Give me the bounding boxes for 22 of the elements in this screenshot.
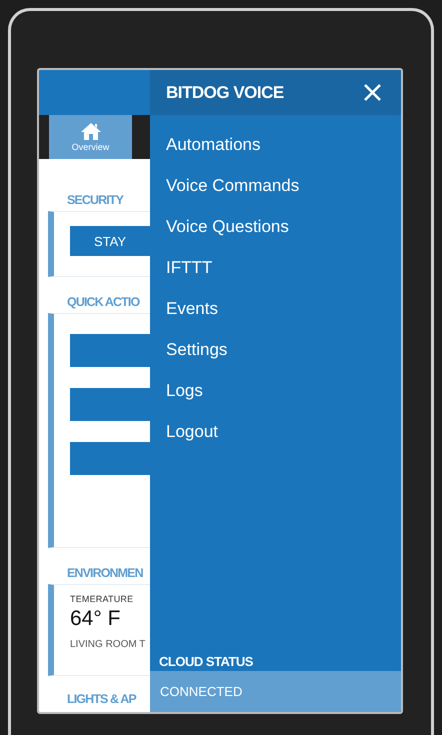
- cloud-status-heading: CLOUD STATUS: [158, 654, 254, 671]
- menu-item[interactable]: Voice Commands: [150, 165, 401, 206]
- close-icon[interactable]: [364, 84, 381, 101]
- section-heading: SECURITY: [66, 192, 124, 207]
- menu-item[interactable]: Logs: [150, 370, 401, 411]
- sensor-label: LIVING ROOM T: [70, 639, 146, 650]
- temperature-label: TEMERATURE: [70, 594, 134, 604]
- connection-status: CONNECTED: [150, 671, 401, 712]
- menu-item[interactable]: IFTTT: [150, 247, 401, 288]
- menu-item[interactable]: Settings: [150, 329, 401, 370]
- section-heading: LIGHTS & AP: [66, 691, 138, 706]
- menu-item[interactable]: Events: [150, 288, 401, 329]
- section-heading: QUICK ACTIO: [66, 294, 141, 309]
- home-icon: [80, 122, 100, 140]
- drawer-title: BITDOG VOICE: [166, 82, 284, 102]
- menu-item[interactable]: Logout: [150, 411, 401, 452]
- section-heading: ENVIRONMEN: [66, 565, 144, 580]
- stay-button[interactable]: STAY: [70, 226, 150, 256]
- temperature-value: 64° F: [70, 607, 122, 631]
- nav-tab[interactable]: Overview: [49, 115, 132, 159]
- menu-item[interactable]: Voice Questions: [150, 206, 401, 247]
- menu-item[interactable]: Automations: [150, 124, 401, 165]
